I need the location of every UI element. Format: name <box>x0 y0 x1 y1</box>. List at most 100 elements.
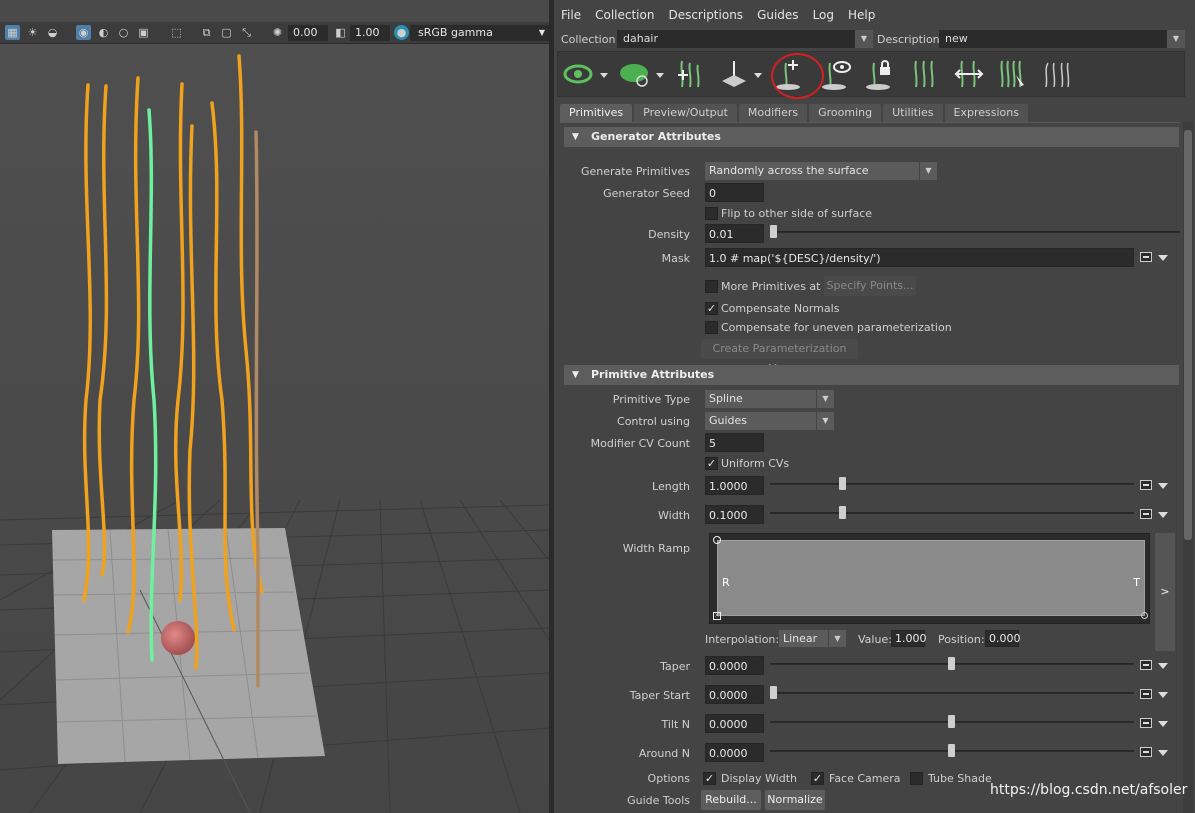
length-input[interactable]: 1.0000 <box>705 476 764 495</box>
chevron-down-icon[interactable] <box>1158 255 1168 261</box>
ramp-value-input[interactable]: 1.000 <box>891 630 927 647</box>
tab-utilities[interactable]: Utilities <box>883 104 943 122</box>
tab-modifiers[interactable]: Modifiers <box>738 104 808 122</box>
menu-collection[interactable]: Collection <box>588 5 661 25</box>
map-editor-icon[interactable] <box>1140 480 1152 490</box>
place-guide-icon[interactable] <box>718 57 764 91</box>
tilt-n-slider-thumb[interactable] <box>948 715 955 728</box>
taper-start-input[interactable]: 0.0000 <box>705 685 764 704</box>
ramp-position-input[interactable]: 0.000 <box>985 630 1021 647</box>
more-primitives-checkbox[interactable] <box>705 280 718 293</box>
checker-icon[interactable]: ▦ <box>5 25 20 40</box>
menu-file[interactable]: File <box>554 5 588 25</box>
tilt-n-input[interactable]: 0.0000 <box>705 714 764 733</box>
width-ramp-editor[interactable]: R T × <box>709 533 1150 624</box>
scrollbar-thumb[interactable] <box>1184 130 1192 540</box>
flip-surface-checkbox[interactable] <box>705 207 718 220</box>
create-parameterization-map-button[interactable]: Create Parameterization Map <box>701 339 858 375</box>
select-icon[interactable]: ⬚ <box>169 25 184 40</box>
primitive-type-select[interactable]: Spline ▼ <box>705 390 834 408</box>
description-select[interactable]: new ▼ <box>939 30 1185 48</box>
show-guide-icon[interactable] <box>820 57 854 91</box>
map-editor-icon[interactable] <box>1140 689 1152 699</box>
compensate-uneven-checkbox[interactable] <box>705 321 718 334</box>
map-editor-icon[interactable] <box>1140 509 1152 519</box>
isolate-icon[interactable]: ◐ <box>96 25 111 40</box>
density-input[interactable]: 0.01 <box>705 224 764 243</box>
rebuild-button[interactable]: Rebuild... <box>701 790 761 810</box>
around-n-input[interactable]: 0.0000 <box>705 743 764 762</box>
generate-primitives-select[interactable]: Randomly across the surface ▼ <box>705 162 937 180</box>
taper-start-slider-thumb[interactable] <box>770 686 777 699</box>
gamma-icon[interactable]: ◧ <box>333 25 348 40</box>
chevron-down-icon[interactable] <box>1158 750 1168 756</box>
shadow-icon[interactable]: ◒ <box>45 25 60 40</box>
add-guide-icon[interactable] <box>674 57 708 91</box>
snapshot-icon[interactable]: ⧉ <box>199 25 214 40</box>
sphere-object[interactable] <box>161 621 195 655</box>
map-editor-icon[interactable] <box>1140 747 1152 757</box>
density-slider-thumb[interactable] <box>770 225 777 238</box>
preview-leaf-icon[interactable] <box>618 57 668 91</box>
width-slider-thumb[interactable] <box>839 506 846 519</box>
density-slider-track[interactable] <box>770 231 1180 233</box>
control-using-select[interactable]: Guides ▼ <box>705 412 834 430</box>
guides-comb-icon[interactable] <box>996 57 1030 91</box>
ramp-handle-bottom[interactable]: × <box>713 612 721 620</box>
generator-seed-input[interactable]: 0 <box>705 183 764 202</box>
ramp-expand-button[interactable]: > <box>1155 533 1175 651</box>
interpolation-select[interactable]: Linear ▼ <box>779 630 846 647</box>
chevron-down-icon[interactable] <box>1158 692 1168 698</box>
tab-expressions[interactable]: Expressions <box>944 104 1028 122</box>
tab-primitives[interactable]: Primitives <box>560 104 633 122</box>
chevron-down-icon[interactable] <box>1158 721 1168 727</box>
map-editor-icon[interactable] <box>1140 718 1152 728</box>
panel-scrollbar[interactable] <box>1183 122 1193 813</box>
lock-guide-icon[interactable] <box>864 57 898 91</box>
normalize-button[interactable]: Normalize <box>765 790 825 810</box>
frame-icon[interactable]: ▢ <box>219 25 234 40</box>
sculpt-guides-icon[interactable] <box>952 57 986 91</box>
tube-shade-checkbox[interactable] <box>910 772 923 785</box>
chevron-down-icon[interactable] <box>1158 483 1168 489</box>
menu-descriptions[interactable]: Descriptions <box>661 5 750 25</box>
exposure-field[interactable]: 0.00 <box>288 25 328 41</box>
tab-preview-output[interactable]: Preview/Output <box>634 104 737 122</box>
viewport-scene[interactable] <box>0 44 549 813</box>
colorspace-on-icon[interactable]: ● <box>394 25 409 40</box>
resize-icon[interactable]: ⤡ <box>239 25 254 40</box>
mask-expression-input[interactable]: 1.0 # map('${DESC}/density/') <box>705 248 1134 267</box>
tab-grooming[interactable]: Grooming <box>809 104 882 122</box>
primitive-section-header[interactable]: ▼ Primitive Attributes <box>564 365 1179 385</box>
length-slider-thumb[interactable] <box>839 477 846 490</box>
compensate-normals-checkbox[interactable]: ✓ <box>705 302 718 315</box>
width-ramp-curve-area[interactable]: R T <box>717 540 1145 616</box>
display-width-checkbox[interactable]: ✓ <box>703 772 716 785</box>
map-editor-icon[interactable] <box>1140 660 1152 670</box>
wireframe-icon[interactable]: ○ <box>116 25 131 40</box>
rebuild-guides-icon[interactable] <box>908 57 942 91</box>
camera-icon[interactable]: ◉ <box>76 25 91 40</box>
light-icon[interactable]: ☀ <box>25 25 40 40</box>
modifier-cv-count-input[interactable]: 5 <box>705 433 764 452</box>
menu-guides[interactable]: Guides <box>750 5 806 25</box>
ramp-handle-top[interactable] <box>713 536 721 544</box>
exposure-icon[interactable]: ✺ <box>270 25 285 40</box>
taper-input[interactable]: 0.0000 <box>705 656 764 675</box>
ramp-handle-end[interactable] <box>1141 612 1148 619</box>
taper-start-slider-track[interactable] <box>770 692 1134 694</box>
chevron-down-icon[interactable] <box>1158 512 1168 518</box>
collection-select[interactable]: dahair ▼ <box>617 30 873 48</box>
length-slider-track[interactable] <box>770 483 1134 485</box>
viewport-panel[interactable]: ▦ ☀ ◒ ◉ ◐ ○ ▣ ⬚ ⧉ ▢ ⤡ ✺ 0.00 ◧ 1.00 ● sR… <box>0 0 549 813</box>
width-slider-track[interactable] <box>770 512 1134 514</box>
generator-section-header[interactable]: ▼ Generator Attributes <box>564 127 1179 147</box>
grid-icon[interactable]: ▣ <box>136 25 151 40</box>
gamma-field[interactable]: 1.00 <box>350 25 390 41</box>
guides-spline-icon[interactable] <box>1040 57 1074 91</box>
chevron-down-icon[interactable] <box>1158 663 1168 669</box>
width-input[interactable]: 0.1000 <box>705 505 764 524</box>
uniform-cvs-checkbox[interactable]: ✓ <box>705 457 718 470</box>
map-editor-icon[interactable] <box>1140 252 1152 262</box>
taper-slider-thumb[interactable] <box>948 657 955 670</box>
